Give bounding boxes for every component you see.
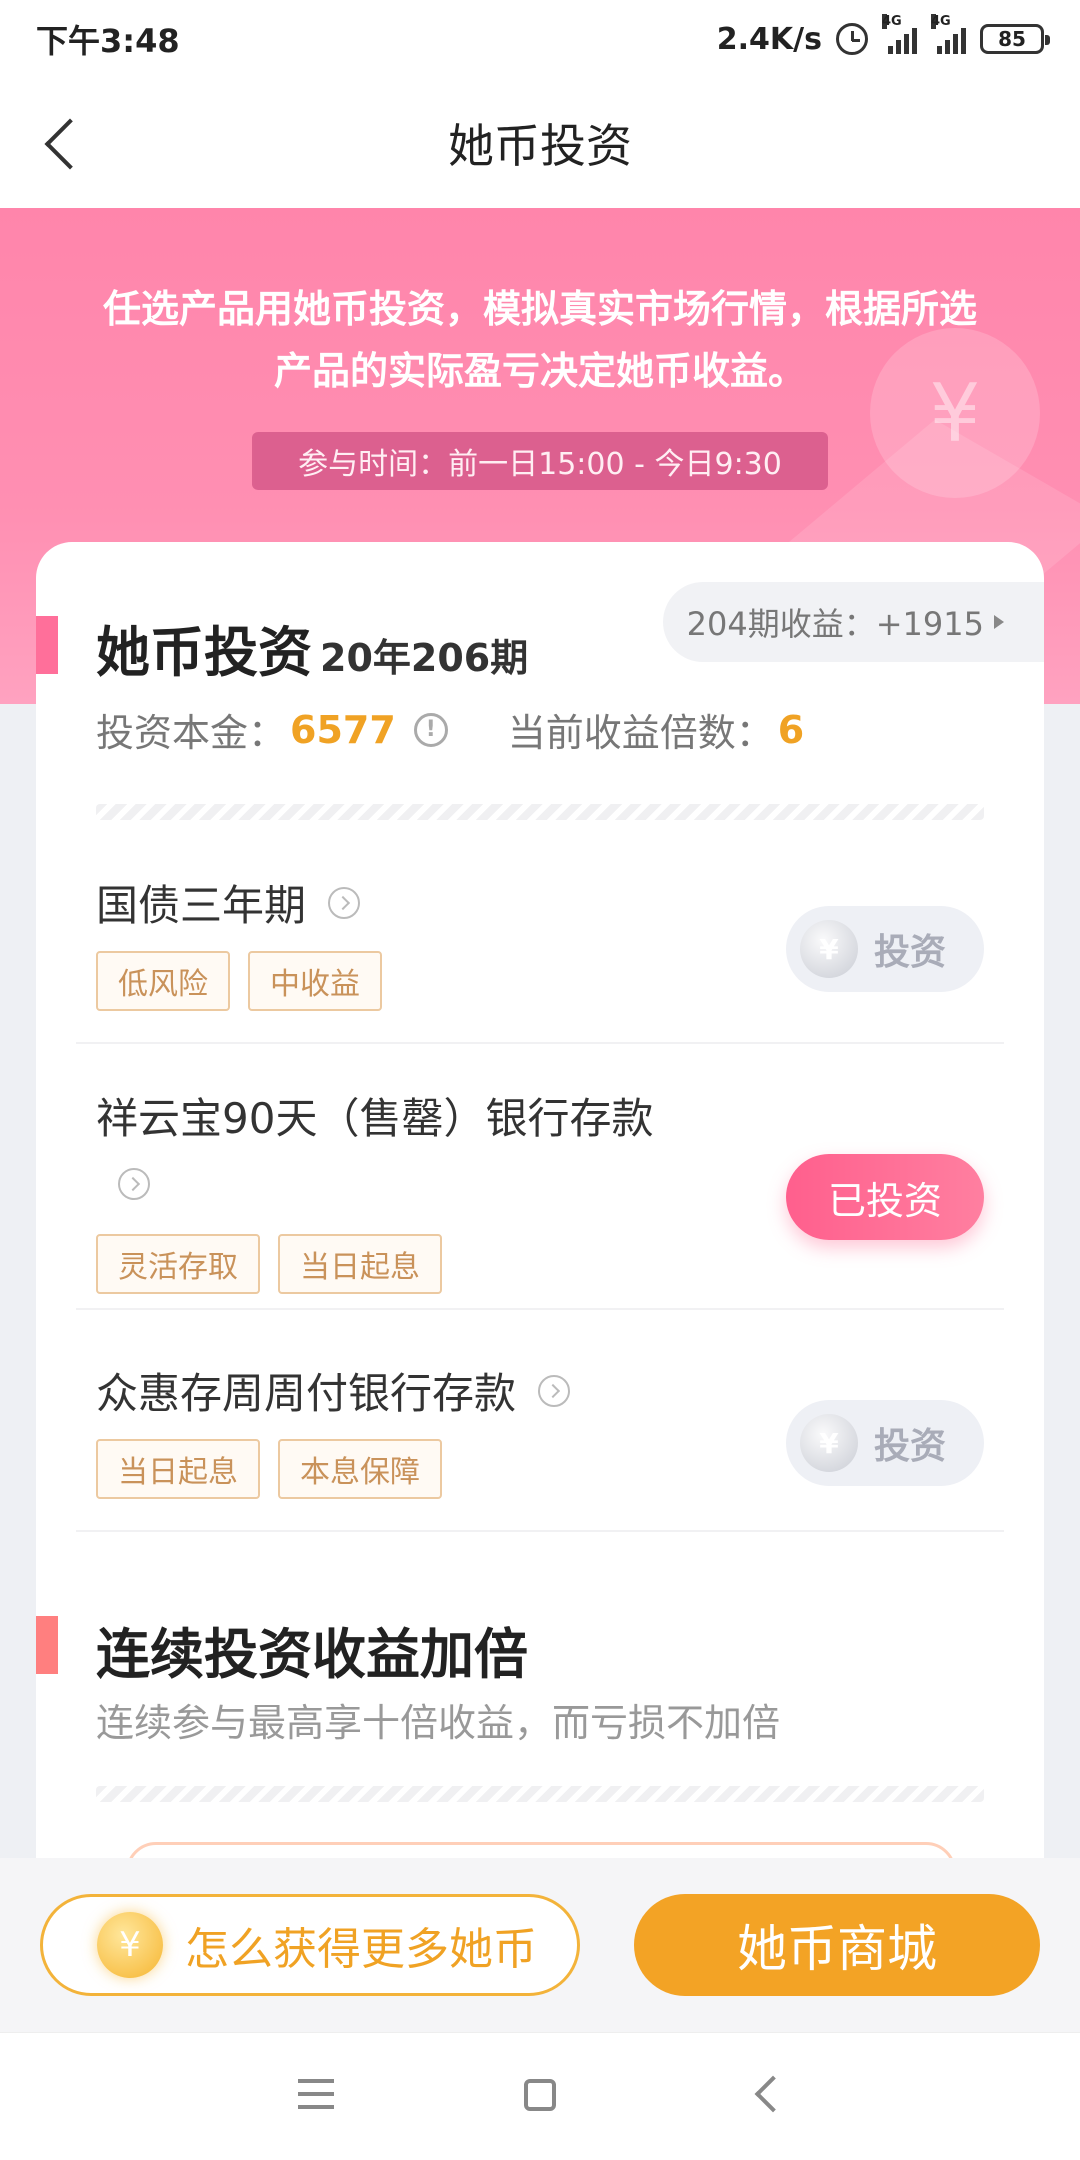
product-item[interactable]: 祥云宝90天（售罄）银行存款 灵活存取 当日起息 已投资 — [96, 1088, 984, 1294]
signal-sim1-label: 4G — [882, 14, 902, 29]
info-icon[interactable]: ! — [413, 712, 448, 747]
back-button[interactable] — [34, 114, 94, 174]
multiplier-value: 6 — [777, 707, 805, 752]
invest-period: 20年206期 — [320, 636, 529, 680]
signal-sim2-icon: 4G — [931, 14, 966, 54]
invest-button-label: 投资 — [873, 1426, 946, 1467]
participation-time: 参与时间：前一日15:00 - 今日9:30 — [252, 432, 828, 490]
system-nav-bar — [0, 2032, 1080, 2160]
invest-title: 她币投资 — [96, 621, 312, 684]
stripe-divider — [96, 804, 984, 820]
menu-icon[interactable] — [298, 2079, 334, 2109]
invest-button[interactable]: ¥ 投资 — [786, 1400, 984, 1486]
invested-button[interactable]: 已投资 — [786, 1154, 984, 1240]
section-accent — [36, 616, 58, 674]
product-name: 国债三年期 — [96, 881, 307, 930]
nav-bar: 她币投资 — [0, 78, 1080, 208]
bottom-action-bar: ¥ 怎么获得更多她币 她币商城 — [0, 1858, 1080, 2032]
back-icon[interactable] — [754, 2075, 792, 2113]
product-item[interactable]: 国债三年期 低风险 中收益 ¥ 投资 — [96, 872, 984, 1011]
product-name-row: 祥云宝90天（售罄）银行存款 — [96, 1088, 736, 1212]
divider — [76, 1042, 1004, 1044]
invest-info-row: 投资本金： 6577 ! 当前收益倍数： 6 — [96, 702, 804, 757]
product-name: 众惠存周周付银行存款 — [96, 1369, 517, 1418]
principal-value: 6577 — [290, 707, 396, 752]
divider — [76, 1308, 1004, 1310]
coin-icon: ¥ — [97, 1912, 163, 1978]
status-time: 下午3:48 — [36, 22, 180, 60]
alarm-icon — [836, 23, 868, 55]
invest-button[interactable]: ¥ 投资 — [786, 906, 984, 992]
divider — [76, 1530, 1004, 1532]
detail-arrow-icon[interactable] — [538, 1374, 571, 1407]
caret-right-icon — [994, 615, 1004, 629]
banner-text: 任选产品用她币投资，模拟真实市场行情，根据所选产品的实际盈亏决定她币收益。 — [102, 287, 977, 393]
home-icon[interactable] — [524, 2079, 556, 2111]
battery-icon: 85 — [980, 24, 1050, 54]
detail-arrow-icon[interactable] — [118, 1167, 150, 1200]
signal-sim1-icon: 4G — [882, 14, 917, 54]
signal-sim2-label: 4G — [931, 14, 951, 29]
product-tag: 本息保障 — [278, 1439, 442, 1499]
earn-more-button[interactable]: ¥ 怎么获得更多她币 — [40, 1894, 580, 1996]
status-bar: 下午3:48 2.4K/s 4G 4G 85 — [0, 0, 1080, 78]
coin-icon: ¥ — [800, 1414, 858, 1472]
invest-card: 她币投资 20年206期 204期收益：+1915 投资本金： 6577 ! 当前… — [36, 542, 1044, 1862]
status-icons: 2.4K/s 4G 4G 85 — [716, 14, 1050, 57]
product-tags: 灵活存取 当日起息 — [96, 1234, 984, 1294]
network-speed: 2.4K/s — [716, 21, 822, 57]
bonus-description: 连续参与最高享十倍收益，而亏损不加倍 — [96, 1701, 781, 1745]
coin-icon: ¥ — [800, 920, 858, 978]
product-item[interactable]: 众惠存周周付银行存款 当日起息 本息保障 ¥ 投资 — [96, 1360, 984, 1499]
product-tag: 低风险 — [96, 951, 230, 1011]
product-tag: 当日起息 — [96, 1439, 260, 1499]
invest-button-label: 投资 — [873, 932, 946, 973]
earn-more-label: 怎么获得更多她币 — [185, 1924, 537, 1975]
product-tag: 灵活存取 — [96, 1234, 260, 1294]
product-tag: 当日起息 — [278, 1234, 442, 1294]
coin-mall-button[interactable]: 她币商城 — [634, 1894, 1040, 1996]
detail-arrow-icon[interactable] — [328, 886, 361, 919]
section-accent — [36, 1616, 58, 1674]
bonus-section-title: 连续投资收益加倍 — [96, 1623, 528, 1686]
product-name: 祥云宝90天（售罄）银行存款 — [96, 1094, 654, 1143]
principal-label: 投资本金： — [96, 711, 287, 755]
stripe-divider — [96, 1786, 984, 1802]
last-period-earnings-label: 204期收益：+1915 — [686, 605, 984, 643]
last-period-earnings[interactable]: 204期收益：+1915 — [662, 582, 1044, 662]
page-title: 她币投资 — [448, 119, 632, 173]
invest-section-title: 她币投资 20年206期 — [96, 608, 528, 687]
multiplier-label: 当前收益倍数： — [507, 711, 774, 755]
product-tag: 中收益 — [248, 951, 382, 1011]
